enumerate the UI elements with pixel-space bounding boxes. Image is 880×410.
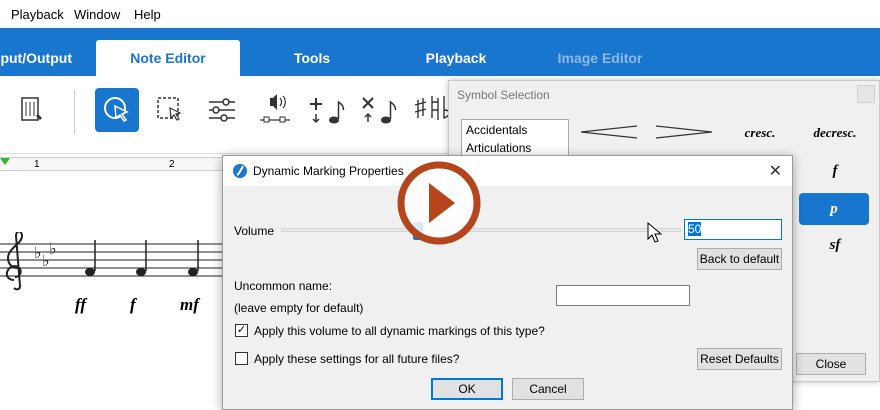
tab-playback[interactable]: Playback (406, 40, 506, 76)
menu-help[interactable]: Help (134, 7, 161, 22)
note-1 (85, 240, 96, 276)
speaker-button[interactable] (252, 88, 296, 132)
tab-playback-label: Playback (425, 50, 487, 66)
volume-input[interactable]: 50 (684, 219, 782, 240)
menu-playback-label: Playback (11, 7, 64, 22)
tab-image-editor-label: Image Editor (557, 50, 643, 66)
tab-note-editor[interactable]: Note Editor (96, 40, 240, 76)
uncommon-name-hint: (leave empty for default) (234, 301, 364, 315)
speaker-waveform-icon (260, 94, 290, 123)
remove-note-button[interactable] (356, 88, 400, 132)
apply-all-checkbox[interactable]: ✓ (235, 324, 248, 337)
marquee-select-button[interactable] (148, 88, 192, 132)
volume-slider-track[interactable] (281, 228, 681, 232)
score-page-button[interactable] (10, 88, 54, 132)
ruler-mark-2: 2 (169, 159, 175, 170)
dynamic-mf[interactable]: mf (180, 295, 199, 315)
select-arrow-icon (104, 97, 129, 122)
app-logo-icon (233, 164, 247, 178)
ok-button[interactable]: OK (431, 378, 503, 400)
menu-help-label: Help (134, 7, 161, 22)
dynamic-marking-dialog: Dynamic Marking Properties ✕ Volume 50 B… (222, 155, 793, 410)
accidental-button[interactable] (408, 88, 452, 132)
list-item[interactable]: Accidentals (462, 120, 568, 138)
treble-clef-icon (5, 232, 24, 291)
uncommon-name-label: Uncommon name: (234, 279, 333, 293)
apply-future-label: Apply these settings for all future file… (254, 352, 460, 366)
mouse-cursor-icon (647, 222, 663, 243)
playhead-marker-icon (0, 158, 10, 165)
menu-window-label: Window (74, 7, 121, 22)
menu-window[interactable]: Window (74, 7, 120, 22)
marquee-select-icon (157, 97, 182, 121)
reset-defaults-button[interactable]: Reset Defaults (697, 348, 782, 370)
symbol-cresc[interactable]: cresc. (735, 125, 785, 141)
apply-all-label: Apply this volume to all dynamic marking… (254, 324, 545, 338)
tab-input-output[interactable]: Input/Output (0, 40, 90, 76)
symbol-selection-close-box[interactable] (857, 85, 875, 103)
add-note-icon (310, 98, 345, 124)
symbol-f[interactable]: f (815, 163, 855, 180)
dynamic-f[interactable]: f (130, 295, 136, 315)
symbol-decresc[interactable]: decresc. (805, 125, 865, 141)
sliders-icon (209, 98, 235, 122)
tab-input-output-label: Input/Output (0, 50, 72, 66)
select-tool-button[interactable] (95, 88, 139, 132)
tab-image-editor: Image Editor (548, 40, 652, 76)
sliders-button[interactable] (200, 88, 244, 132)
dialog-close-icon[interactable]: ✕ (769, 161, 782, 181)
remove-note-icon (362, 97, 397, 124)
staff: ♭ ♭ ♭ (0, 232, 230, 291)
decrescendo-hairpin-icon[interactable] (654, 125, 714, 139)
menu-playback[interactable]: Playback (11, 7, 64, 22)
list-item[interactable]: Articulations (462, 138, 568, 156)
menu-bar: Playback Window Help (0, 0, 880, 28)
note-2 (136, 240, 147, 276)
add-note-button[interactable] (304, 88, 348, 132)
dialog-title: Dynamic Marking Properties (253, 164, 404, 178)
apply-future-checkbox[interactable] (235, 352, 248, 365)
volume-value: 50 (688, 222, 702, 236)
ruler-mark-1: 1 (34, 159, 40, 170)
tab-note-editor-label: Note Editor (130, 50, 206, 66)
dynamic-ff[interactable]: ff (75, 295, 86, 315)
play-button-icon[interactable] (397, 161, 481, 245)
symbol-selection-title: Symbol Selection (457, 88, 550, 102)
close-button[interactable]: Close (796, 353, 866, 375)
score-page-icon (21, 97, 42, 121)
volume-label: Volume (234, 224, 275, 238)
svg-text:♭: ♭ (49, 239, 57, 258)
symbol-p[interactable]: p (799, 193, 869, 225)
tab-tools-label: Tools (293, 50, 331, 66)
crescendo-hairpin-icon[interactable] (579, 125, 639, 139)
note-3 (188, 240, 199, 276)
tab-tools[interactable]: Tools (262, 40, 362, 76)
symbol-sf[interactable]: sf (815, 237, 855, 254)
toolbar-separator (74, 90, 75, 134)
flat-sign-icon: ♭ (34, 243, 42, 262)
ribbon-tabs: Input/Output Note Editor Tools Playback … (0, 28, 880, 76)
uncommon-name-input[interactable] (556, 285, 690, 306)
dialog-titlebar: Dynamic Marking Properties ✕ (223, 156, 792, 186)
back-to-default-button[interactable]: Back to default (697, 248, 782, 270)
cancel-button[interactable]: Cancel (512, 378, 584, 400)
